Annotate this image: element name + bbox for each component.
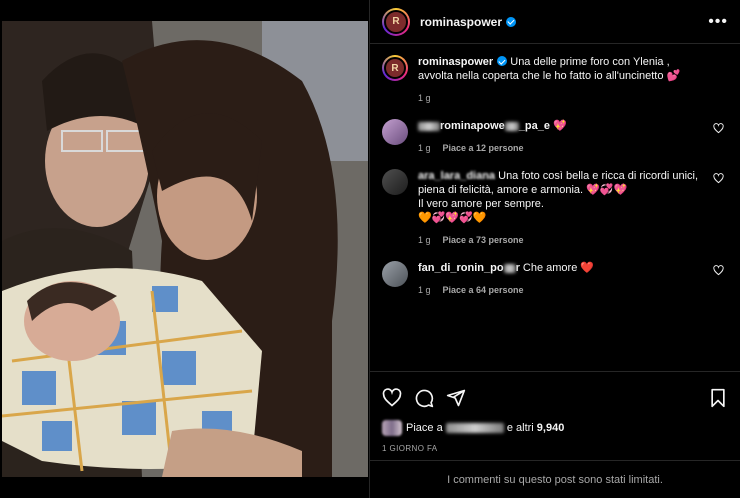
comment-text: 💖 [553, 120, 567, 132]
likes-suffix: e altri [506, 422, 534, 434]
avatar-initial: R [384, 9, 408, 34]
likes-summary[interactable]: Piace a e altri 9,940 [382, 420, 728, 436]
share-icon[interactable] [446, 388, 466, 408]
caption-username[interactable]: rominaspower [418, 56, 493, 68]
redacted-name [503, 263, 516, 273]
like-comment-icon[interactable] [713, 173, 724, 184]
post-sidebar: R rominaspower ••• R rominaspower Una de… [369, 0, 740, 498]
caption-avatar[interactable]: R [382, 55, 408, 81]
caption-avatar-initial: R [384, 57, 406, 79]
comment-row: fan_di_ronin_po r Che amore ❤️ 1 g Piace a… [382, 261, 728, 297]
comment-avatar[interactable] [382, 119, 408, 145]
verified-icon [497, 56, 508, 66]
comment-username[interactable]: fan_di_ronin_po [418, 262, 504, 274]
post-photo[interactable] [2, 21, 368, 477]
post-date[interactable]: 1 GIORNO FA [382, 444, 728, 453]
comment-avatar[interactable] [382, 169, 408, 195]
caption-time[interactable]: 1 g [418, 91, 431, 105]
post-header: R rominaspower ••• [370, 0, 740, 44]
redacted-name [445, 423, 504, 433]
post-actions: Piace a e altri 9,940 1 GIORNO FA [370, 371, 740, 453]
author-username-text: rominaspower [420, 14, 503, 29]
comment-time[interactable]: 1 g [418, 283, 431, 297]
comment-likes[interactable]: Piace a 64 persone [443, 283, 524, 297]
comments-limited-notice: I commenti su questo post sono stati lim… [370, 460, 740, 498]
liker-avatars [382, 420, 402, 436]
photo-pane [0, 0, 369, 498]
like-comment-icon[interactable] [713, 265, 724, 276]
like-comment-icon[interactable] [713, 123, 724, 134]
redacted-name [418, 121, 440, 131]
comment-avatar[interactable] [382, 261, 408, 287]
comment-time[interactable]: 1 g [418, 141, 431, 155]
caption-row: R rominaspower Una delle prime foro con … [382, 55, 728, 105]
comment-icon[interactable] [414, 388, 434, 408]
comment-row: rominapowe _pa_e 💖 1 g Piace a 12 persone [382, 119, 728, 155]
redacted-name [504, 121, 519, 131]
author-username[interactable]: rominaspower [420, 14, 517, 29]
comment-username-tail: _pa_e [518, 120, 550, 132]
comment-username[interactable]: rominapowe [440, 120, 505, 132]
likes-count[interactable]: 9,940 [537, 422, 565, 434]
author-avatar[interactable]: R [382, 7, 410, 36]
verified-icon [506, 16, 517, 27]
comment-likes[interactable]: Piace a 73 persone [443, 233, 524, 247]
comment-row: ara_lara_diana Una foto così bella e ric… [382, 169, 728, 247]
comment-likes[interactable]: Piace a 12 persone [443, 141, 524, 155]
bookmark-icon[interactable] [708, 388, 728, 408]
likes-prefix: Piace a [406, 422, 443, 434]
comments-list: R rominaspower Una delle prime foro con … [370, 45, 740, 371]
comment-time[interactable]: 1 g [418, 233, 431, 247]
comment-text: Che amore ❤️ [522, 262, 595, 274]
more-options-icon[interactable]: ••• [708, 13, 728, 29]
comment-username-tail: r [515, 262, 520, 274]
comment-username[interactable]: ara_lara_diana [418, 170, 495, 182]
like-icon[interactable] [382, 388, 402, 408]
